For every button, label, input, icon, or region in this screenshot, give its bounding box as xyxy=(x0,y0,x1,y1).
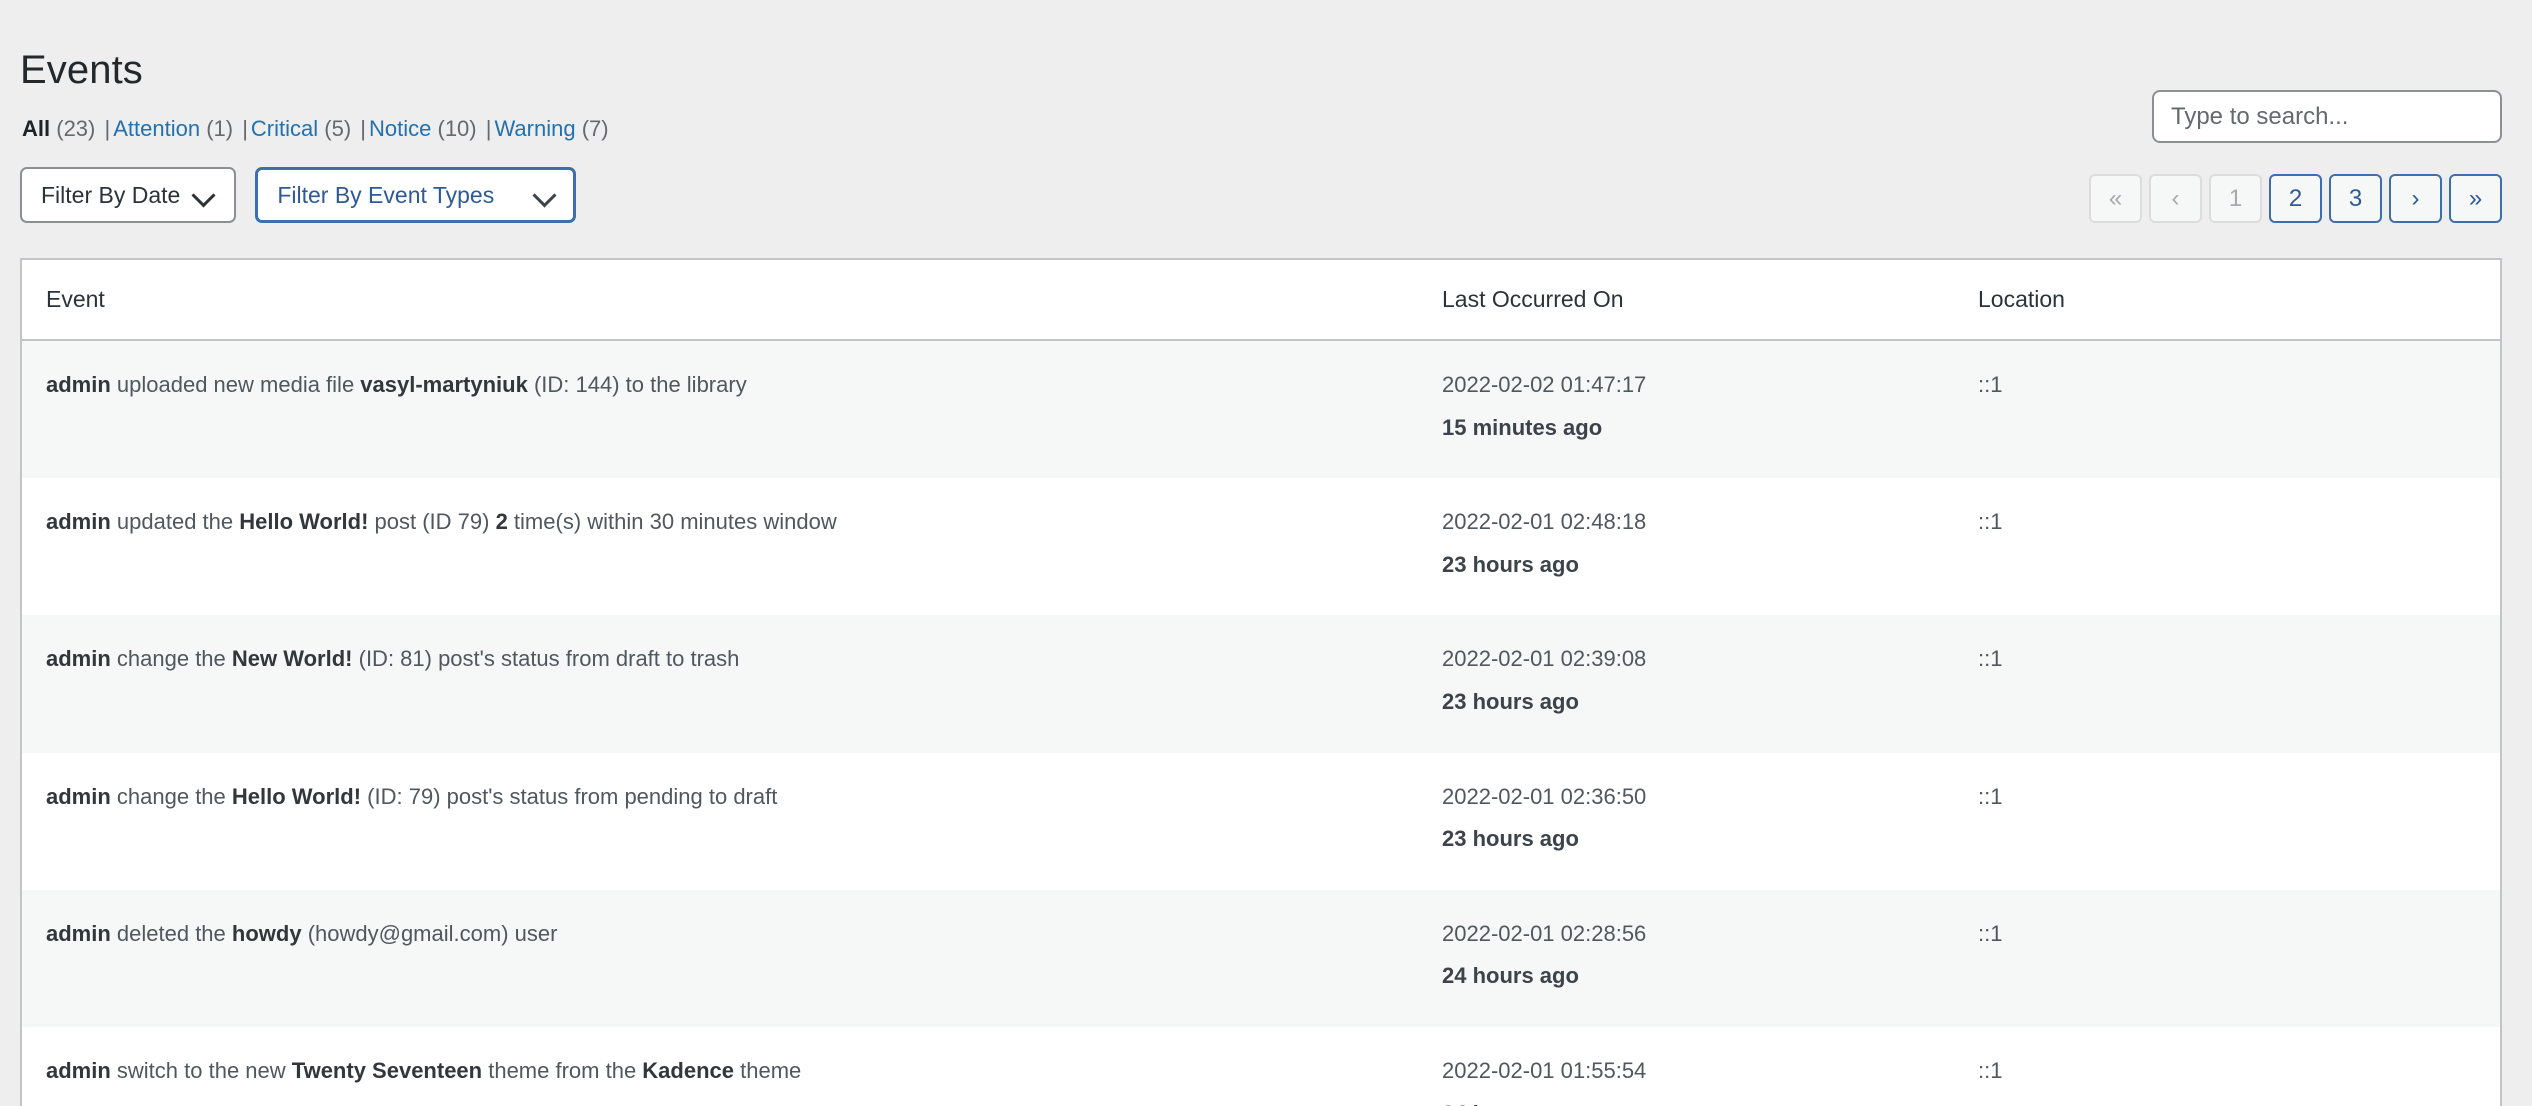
events-table-head: Event Last Occurred On Location xyxy=(22,260,2500,341)
filter-by-date-label: Filter By Date xyxy=(41,181,181,208)
page-title: Events xyxy=(20,47,143,92)
chevron-down-icon xyxy=(193,184,215,206)
status-filter-links: All (23) | Attention (1) | Critical (5) | N… xyxy=(22,114,609,144)
column-header-last-occurred-on: Last Occurred On xyxy=(1442,260,1978,341)
cell-location: ::1 xyxy=(1978,889,2500,1027)
timestamp-absolute: 2022-02-01 02:28:56 xyxy=(1442,920,1647,946)
cell-last-occurred-on: 2022-02-01 02:36:50 23 hours ago xyxy=(1442,752,1978,890)
pagination-last-button[interactable]: » xyxy=(2449,174,2502,223)
timestamp-relative: 23 hours ago xyxy=(1442,551,1579,577)
pagination-page-2[interactable]: 2 xyxy=(2269,174,2322,223)
events-table-body: admin uploaded new media file vasyl-mart… xyxy=(22,340,2500,1106)
events-table: Event Last Occurred On Location admin up… xyxy=(22,260,2500,1106)
cell-location: ::1 xyxy=(1978,478,2500,616)
cell-last-occurred-on: 2022-02-01 02:48:18 23 hours ago xyxy=(1442,478,1978,616)
table-row[interactable]: admin uploaded new media file vasyl-mart… xyxy=(22,340,2500,479)
status-filter-all-count: (23) xyxy=(56,116,96,141)
cell-location: ::1 xyxy=(1978,752,2500,890)
status-filter-separator: | xyxy=(485,116,492,141)
events-table-container: Event Last Occurred On Location admin up… xyxy=(20,258,2502,1106)
cell-event-description: admin change the New World! (ID: 81) pos… xyxy=(22,615,1442,753)
cell-event-description: admin change the Hello World! (ID: 79) p… xyxy=(22,752,1442,890)
timestamp-absolute: 2022-02-01 02:48:18 xyxy=(1442,509,1647,535)
status-filter-separator: | xyxy=(360,116,367,141)
chevron-down-icon xyxy=(534,184,556,206)
table-row[interactable]: admin change the Hello World! (ID: 79) p… xyxy=(22,752,2500,890)
status-filter-notice-count: (10) xyxy=(437,116,477,141)
cell-event-description: admin updated the Hello World! post (ID … xyxy=(22,478,1442,616)
pagination-next-button[interactable]: › xyxy=(2389,174,2442,223)
cell-event-description: admin switch to the new Twenty Seventeen… xyxy=(22,1026,1442,1106)
search-input[interactable] xyxy=(2152,90,2502,143)
cell-last-occurred-on: 2022-02-02 01:47:17 15 minutes ago xyxy=(1442,340,1978,479)
table-header-row: Event Last Occurred On Location xyxy=(22,260,2500,341)
table-row[interactable]: admin updated the Hello World! post (ID … xyxy=(22,478,2500,616)
timestamp-relative: 24 hours ago xyxy=(1442,963,1579,989)
events-page: Events All (23) | Attention (1) | Critical… xyxy=(0,0,2532,1106)
timestamp-absolute: 2022-02-01 01:55:54 xyxy=(1442,1057,1647,1083)
pagination-page-3[interactable]: 3 xyxy=(2329,174,2382,223)
cell-location: ::1 xyxy=(1978,615,2500,753)
status-filter-all[interactable]: All xyxy=(22,116,50,141)
cell-event-description: admin uploaded new media file vasyl-mart… xyxy=(22,340,1442,479)
filter-by-date-dropdown[interactable]: Filter By Date xyxy=(20,167,237,223)
column-header-location: Location xyxy=(1978,260,2500,341)
status-filter-notice[interactable]: Notice xyxy=(369,116,431,141)
timestamp-absolute: 2022-02-02 01:47:17 xyxy=(1442,372,1647,397)
cell-last-occurred-on: 2022-02-01 01:55:54 24 hours ago xyxy=(1442,1026,1978,1106)
status-filter-warning-count: (7) xyxy=(581,116,609,141)
pagination-first-button[interactable]: « xyxy=(2089,174,2142,223)
filter-by-event-types-dropdown[interactable]: Filter By Event Types xyxy=(255,167,577,223)
status-filter-separator: | xyxy=(242,116,248,141)
status-filter-separator: | xyxy=(104,116,111,141)
status-filter-critical[interactable]: Critical xyxy=(251,116,318,141)
cell-last-occurred-on: 2022-02-01 02:39:08 23 hours ago xyxy=(1442,615,1978,753)
timestamp-relative: 15 minutes ago xyxy=(1442,414,1603,440)
table-row[interactable]: admin deleted the howdy (howdy@gmail.com… xyxy=(22,889,2500,1027)
filter-by-event-types-label: Filter By Event Types xyxy=(277,181,495,208)
status-filter-warning[interactable]: Warning xyxy=(494,116,575,141)
table-row[interactable]: admin switch to the new Twenty Seventeen… xyxy=(22,1026,2500,1106)
table-row[interactable]: admin change the New World! (ID: 81) pos… xyxy=(22,615,2500,753)
status-filter-attention[interactable]: Attention xyxy=(113,116,200,141)
column-header-event: Event xyxy=(22,260,1442,341)
status-filter-critical-count: (5) xyxy=(324,116,352,141)
cell-event-description: admin deleted the howdy (howdy@gmail.com… xyxy=(22,889,1442,1027)
timestamp-relative: 23 hours ago xyxy=(1442,688,1579,714)
status-filter-attention-count: (1) xyxy=(206,116,234,141)
timestamp-absolute: 2022-02-01 02:39:08 xyxy=(1442,646,1647,672)
pagination-prev-button[interactable]: ‹ xyxy=(2149,174,2202,223)
cell-last-occurred-on: 2022-02-01 02:28:56 24 hours ago xyxy=(1442,889,1978,1027)
pagination-page-1[interactable]: 1 xyxy=(2209,174,2262,223)
timestamp-absolute: 2022-02-01 02:36:50 xyxy=(1442,783,1647,809)
timestamp-relative: 23 hours ago xyxy=(1442,826,1579,852)
cell-location: ::1 xyxy=(1978,340,2500,479)
timestamp-relative: 24 hours ago xyxy=(1442,1100,1978,1106)
pagination: « ‹ 1 2 3 › » xyxy=(2089,174,2502,223)
filter-toolbar: Filter By Date Filter By Event Types xyxy=(20,167,577,223)
cell-location: ::1 xyxy=(1978,1026,2500,1106)
